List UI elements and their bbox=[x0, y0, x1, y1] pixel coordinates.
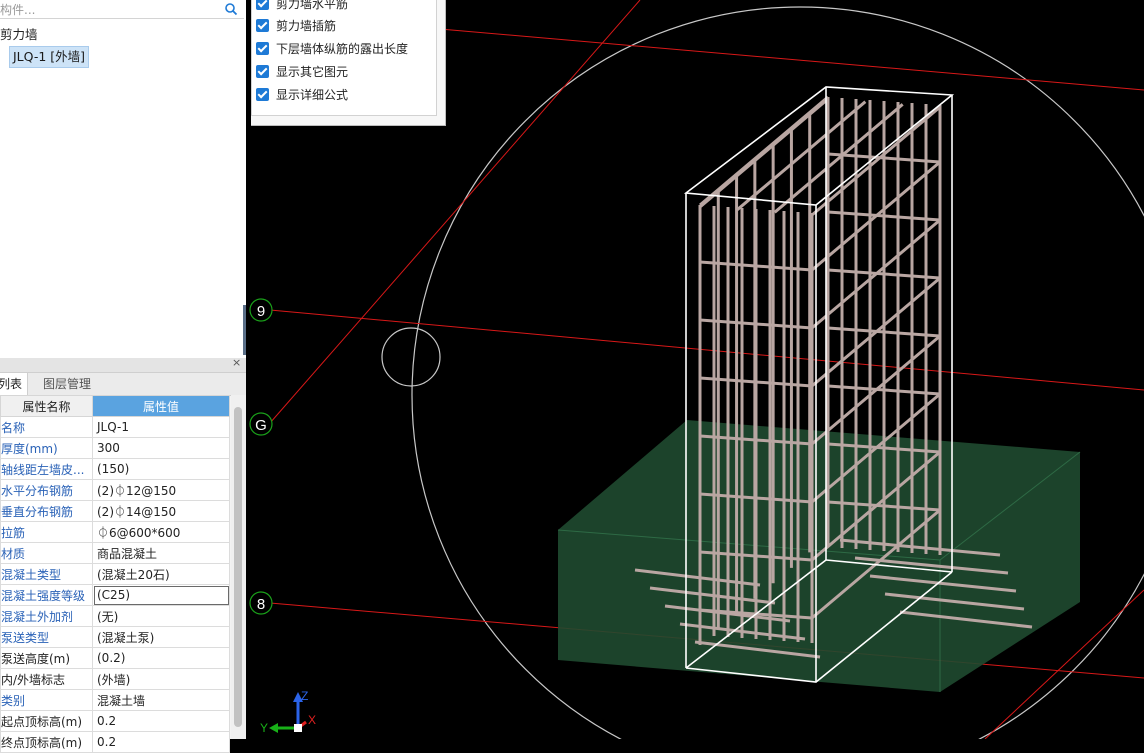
property-name: 水平分布钢筋 bbox=[0, 479, 93, 501]
close-icon[interactable]: × bbox=[232, 356, 241, 369]
table-row[interactable]: 内/外墙标志 (外墙) bbox=[0, 668, 230, 690]
property-value[interactable]: 0.2 bbox=[92, 731, 230, 753]
checkbox[interactable] bbox=[256, 19, 269, 32]
tab-layer-management[interactable]: 图层管理 bbox=[38, 373, 96, 395]
property-value[interactable]: (2)⏀12@150 bbox=[92, 479, 230, 501]
option-label: 下层墙体纵筋的露出长度 bbox=[276, 42, 409, 56]
property-value[interactable]: 0.2 bbox=[92, 710, 230, 732]
property-value[interactable]: (混凝土泵) bbox=[92, 626, 230, 648]
properties-table: 属性名称 属性值 名称 JLQ-1 厚度(mm) 300 轴线距左墙皮... (150) 水… bbox=[0, 395, 230, 753]
property-name: 终点顶标高(m) bbox=[0, 731, 93, 753]
property-value[interactable]: JLQ-1 bbox=[92, 416, 230, 438]
property-name: 混凝土类型 bbox=[0, 563, 93, 585]
axis-gizmo[interactable]: Z Y X bbox=[260, 689, 316, 735]
option-shear-wall-horizontal-bar[interactable]: 剪力墙水平筋 bbox=[256, 0, 349, 13]
table-row[interactable]: 轴线距左墙皮... (150) bbox=[0, 458, 230, 480]
gizmo-label-z: Z bbox=[301, 689, 308, 703]
axis-marker-8[interactable]: 8 bbox=[249, 591, 273, 615]
property-name: 材质 bbox=[0, 542, 93, 564]
search-icon[interactable] bbox=[224, 2, 238, 16]
display-options-panel: 剪力墙水平筋 剪力墙插筋 下层墙体纵筋的露出长度 显示其它图元 显示详细公式 bbox=[251, 0, 446, 126]
table-row[interactable]: 泵送类型 (混凝土泵) bbox=[0, 626, 230, 648]
property-value[interactable]: (150) bbox=[92, 458, 230, 480]
component-tree: 构件... 剪力墙 JLQ-1 [外墙] bbox=[0, 0, 247, 356]
option-label: 显示其它图元 bbox=[276, 65, 349, 79]
left-panel: 构件... 剪力墙 JLQ-1 [外墙] × 列表 图层管理 属性名称 属性值 … bbox=[0, 0, 247, 753]
property-name: 类别 bbox=[0, 689, 93, 711]
panel-header: × bbox=[0, 356, 246, 373]
gizmo-label-x: X bbox=[308, 713, 316, 727]
property-value[interactable]: (C25) bbox=[92, 584, 230, 606]
property-name: 拉筋 bbox=[0, 521, 93, 543]
table-row[interactable]: 垂直分布钢筋 (2)⏀14@150 bbox=[0, 500, 230, 522]
axis-marker-g[interactable]: G bbox=[249, 412, 273, 436]
component-search-box[interactable]: 构件... bbox=[0, 0, 244, 19]
tree-node-shear-wall[interactable]: 剪力墙 bbox=[0, 24, 38, 43]
option-label: 剪力墙水平筋 bbox=[276, 0, 349, 11]
table-row[interactable]: 起点顶标高(m) 0.2 bbox=[0, 710, 230, 732]
property-value[interactable]: 商品混凝土 bbox=[92, 542, 230, 564]
option-label: 显示详细公式 bbox=[276, 88, 349, 102]
table-row[interactable]: 水平分布钢筋 (2)⏀12@150 bbox=[0, 479, 230, 501]
table-row[interactable]: 混凝土外加剂 (无) bbox=[0, 605, 230, 627]
property-value[interactable]: (0.2) bbox=[92, 647, 230, 669]
property-value[interactable]: (无) bbox=[92, 605, 230, 627]
property-name: 名称 bbox=[0, 416, 93, 438]
table-row[interactable]: 混凝土类型 (混凝土20石) bbox=[0, 563, 230, 585]
option-show-detailed-formula[interactable]: 显示详细公式 bbox=[256, 86, 349, 104]
option-label: 剪力墙插筋 bbox=[276, 19, 337, 33]
tab-list[interactable]: 列表 bbox=[0, 373, 29, 395]
property-value[interactable]: (混凝土20石) bbox=[92, 563, 230, 585]
options-list: 剪力墙水平筋 剪力墙插筋 下层墙体纵筋的露出长度 显示其它图元 显示详细公式 bbox=[251, 0, 437, 116]
property-value[interactable]: ⏀6@600*600 bbox=[92, 521, 230, 543]
y-arrow-head bbox=[269, 723, 278, 733]
property-name: 泵送类型 bbox=[0, 626, 93, 648]
property-name: 混凝土强度等级 bbox=[0, 584, 93, 606]
axis-label-g: G bbox=[255, 417, 267, 434]
checkbox[interactable] bbox=[256, 88, 269, 101]
table-row[interactable]: 拉筋 ⏀6@600*600 bbox=[0, 521, 230, 543]
axis-label-8: 8 bbox=[257, 596, 265, 613]
property-name: 泵送高度(m) bbox=[0, 647, 93, 669]
property-name: 轴线距左墙皮... bbox=[0, 458, 93, 480]
axis-label-9: 9 bbox=[257, 303, 265, 320]
table-row[interactable]: 材质 商品混凝土 bbox=[0, 542, 230, 564]
property-value[interactable]: 混凝土墙 bbox=[92, 689, 230, 711]
table-row[interactable]: 混凝土强度等级 (C25) bbox=[0, 584, 230, 606]
table-row[interactable]: 类别 混凝土墙 bbox=[0, 689, 230, 711]
checkbox[interactable] bbox=[256, 0, 269, 10]
grid-line bbox=[439, 28, 1144, 91]
property-name: 内/外墙标志 bbox=[0, 668, 93, 690]
axis-marker-9[interactable]: 9 bbox=[249, 298, 273, 322]
option-shear-wall-dowel-bar[interactable]: 剪力墙插筋 bbox=[256, 17, 337, 35]
property-name: 起点顶标高(m) bbox=[0, 710, 93, 732]
checkbox[interactable] bbox=[256, 65, 269, 78]
properties-panel: × 列表 图层管理 属性名称 属性值 名称 JLQ-1 厚度(mm) 300 轴线距左墙… bbox=[0, 356, 246, 753]
properties-scrollbar[interactable] bbox=[231, 395, 246, 739]
scrollbar-thumb[interactable] bbox=[234, 407, 242, 727]
search-input[interactable]: 构件... bbox=[0, 1, 35, 18]
column-header-value: 属性值 bbox=[92, 395, 230, 417]
option-lower-wall-bar-exposed-length[interactable]: 下层墙体纵筋的露出长度 bbox=[256, 40, 409, 58]
property-value[interactable]: (外墙) bbox=[92, 668, 230, 690]
property-name: 厚度(mm) bbox=[0, 437, 93, 459]
property-value[interactable]: (2)⏀14@150 bbox=[92, 500, 230, 522]
property-name: 混凝土外加剂 bbox=[0, 605, 93, 627]
checkbox[interactable] bbox=[256, 42, 269, 55]
properties-tabs: 列表 图层管理 bbox=[0, 373, 246, 396]
table-row[interactable]: 厚度(mm) 300 bbox=[0, 437, 230, 459]
table-row[interactable]: 泵送高度(m) (0.2) bbox=[0, 647, 230, 669]
option-show-other-elements[interactable]: 显示其它图元 bbox=[256, 63, 349, 81]
property-name: 垂直分布钢筋 bbox=[0, 500, 93, 522]
gizmo-origin bbox=[294, 724, 302, 732]
gizmo-label-y: Y bbox=[260, 721, 268, 735]
orbit-handle[interactable] bbox=[381, 327, 441, 387]
property-value[interactable]: 300 bbox=[92, 437, 230, 459]
tree-node-jlq-1[interactable]: JLQ-1 [外墙] bbox=[9, 46, 90, 68]
table-row[interactable]: 名称 JLQ-1 bbox=[0, 416, 230, 438]
table-row[interactable]: 终点顶标高(m) 0.2 bbox=[0, 731, 230, 753]
column-header-name: 属性名称 bbox=[0, 395, 93, 417]
